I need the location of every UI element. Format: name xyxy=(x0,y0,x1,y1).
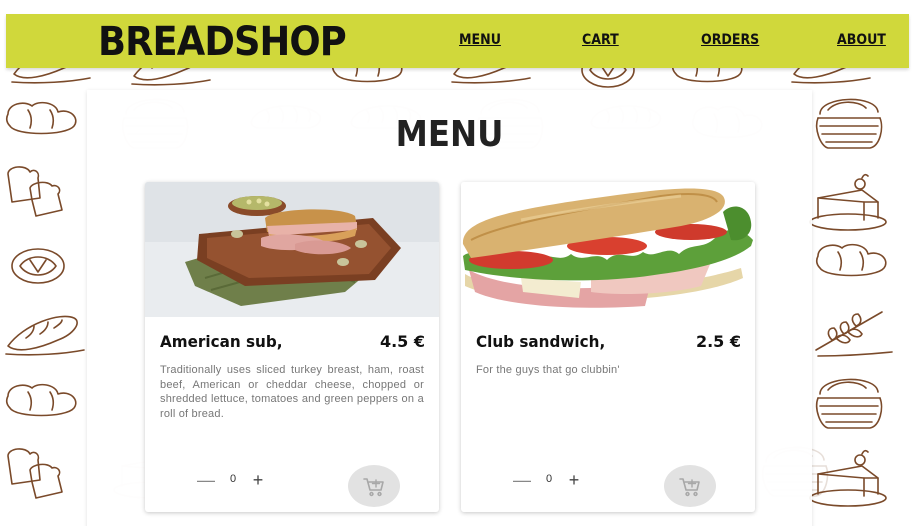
product-price: 4.5 € xyxy=(379,332,425,351)
brand-logo[interactable]: BREADSHOP xyxy=(98,18,347,66)
increase-quantity-button[interactable]: + xyxy=(565,471,583,489)
product-description: For the guys that go clubbin' xyxy=(476,364,620,376)
menu-panel: MENU American sub, 4.5 € Traditionally u… xyxy=(87,90,812,526)
product-price: 2.5 € xyxy=(695,332,741,351)
quantity-stepper: — 0 + xyxy=(197,467,277,497)
american-sub-image xyxy=(145,182,439,317)
product-description: Traditionally uses sliced turkey breast,… xyxy=(160,364,424,420)
product-card-american-sub: American sub, 4.5 € Traditionally uses s… xyxy=(145,182,439,512)
decrease-quantity-button[interactable]: — xyxy=(513,471,531,489)
quantity-value: 0 xyxy=(229,473,237,485)
nav-cart-link[interactable]: CART xyxy=(582,32,619,48)
page-title: MENU xyxy=(395,114,504,155)
club-sandwich-image xyxy=(461,182,755,317)
add-to-cart-icon xyxy=(363,478,384,497)
nav-about-link[interactable]: ABOUT xyxy=(837,32,886,48)
add-to-cart-icon xyxy=(679,478,700,497)
increase-quantity-button[interactable]: + xyxy=(249,471,267,489)
quantity-value: 0 xyxy=(545,473,553,485)
nav-menu-link[interactable]: MENU xyxy=(459,32,501,48)
quantity-stepper: — 0 + xyxy=(513,467,593,497)
product-name: Club sandwich, xyxy=(476,332,606,351)
product-name: American sub, xyxy=(160,332,283,351)
product-card-club-sandwich: Club sandwich, 2.5 € For the guys that g… xyxy=(461,182,755,512)
decrease-quantity-button[interactable]: — xyxy=(197,471,215,489)
header-bar: BREADSHOP MENU CART ORDERS ABOUT xyxy=(6,14,909,68)
page: BREADSHOP MENU CART ORDERS ABOUT MENU Am… xyxy=(0,0,917,526)
nav-orders-link[interactable]: ORDERS xyxy=(701,32,759,48)
add-to-cart-button[interactable] xyxy=(348,465,400,507)
add-to-cart-button[interactable] xyxy=(664,465,716,507)
